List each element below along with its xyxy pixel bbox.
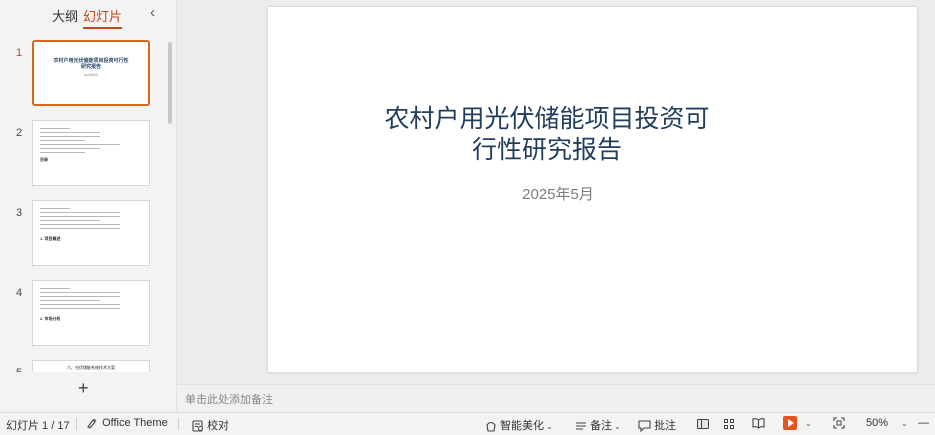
- tab-outline[interactable]: 大纲: [52, 6, 78, 25]
- chevron-down-icon: ⌄: [546, 422, 553, 431]
- slide-number: 5: [16, 367, 22, 372]
- slideshow-button[interactable]: [783, 416, 797, 430]
- slideshow-options[interactable]: ⌄: [803, 417, 812, 429]
- slide-title-line-1: 农村户用光伏储能项目投资可: [384, 104, 710, 133]
- slide-thumbnail-pane: 大纲 幻灯片 ‹ 1 农村户用光伏储能项目投资可行性研究报告 2025年5月 2…: [0, 0, 177, 412]
- smart-beautify-icon: [486, 422, 496, 432]
- slide-editor: 农村户用光伏储能项目投资可 行性研究报告 2025年5月: [177, 0, 935, 384]
- thumbnail-row: 3 1. 项目概述: [0, 200, 166, 270]
- slide-thumbnail-2[interactable]: 目录: [32, 120, 150, 186]
- normal-view-icon: [697, 419, 709, 430]
- divider: [178, 418, 179, 430]
- chevron-down-icon: ⌄: [805, 419, 812, 428]
- slide-position: 幻灯片 1 / 17: [6, 420, 70, 432]
- slide-thumbnail-4[interactable]: 2. 市场分析: [32, 280, 150, 346]
- thumbnail-heading: 2. 市场分析: [40, 316, 61, 321]
- zoom-menu[interactable]: ⌄: [899, 417, 908, 429]
- theme-button[interactable]: Office Theme: [86, 417, 168, 429]
- zoom-out-button[interactable]: —: [918, 417, 929, 429]
- comments-button[interactable]: 批注: [638, 417, 676, 433]
- slide-sorter-button[interactable]: [724, 418, 735, 430]
- proofread-icon: [192, 420, 203, 432]
- thumbnail-row: 4 2. 市场分析: [0, 280, 166, 350]
- chevron-down-icon: ⌄: [901, 419, 908, 428]
- thumbnail-heading: 1. 项目概述: [40, 236, 61, 241]
- thumbnail-text-lines: [40, 128, 140, 156]
- proofread-label: 校对: [207, 420, 230, 432]
- slide-number: 3: [16, 207, 23, 219]
- slide-thumbnail-3[interactable]: 1. 项目概述: [32, 200, 150, 266]
- thumbnail-title: 农村户用光伏储能项目投资可行性研究报告: [53, 58, 129, 70]
- comment-icon: [638, 420, 651, 433]
- tab-slides[interactable]: 幻灯片: [83, 6, 123, 29]
- thumbnail-row: 5 六、光伏储能系统技术方案: [0, 360, 166, 372]
- grid-view-icon: [724, 418, 735, 430]
- notes-icon: [576, 422, 586, 430]
- pane-tabs: 大纲 幻灯片 ‹: [0, 4, 176, 29]
- slide-number: 2: [16, 127, 23, 139]
- notes-toggle-label: 备注: [590, 420, 613, 432]
- thumbnail-scrollbar[interactable]: [168, 42, 172, 124]
- slide-thumbnail-5[interactable]: 六、光伏储能系统技术方案: [32, 360, 150, 372]
- slide-canvas[interactable]: 农村户用光伏储能项目投资可 行性研究报告 2025年5月: [268, 7, 917, 372]
- thumbnail-title: 六、光伏储能系统技术方案: [67, 365, 115, 370]
- thumbnail-text-lines: [40, 288, 140, 312]
- smart-beautify-label: 智能美化: [500, 420, 545, 432]
- slide-number: 4: [16, 287, 23, 299]
- slide-thumbnail-1[interactable]: 农村户用光伏储能项目投资可行性研究报告 2025年5月: [32, 40, 150, 106]
- fit-window-icon: [833, 417, 845, 429]
- notes-pane[interactable]: 单击此处添加备注: [177, 384, 935, 413]
- chevron-down-icon: ⌄: [614, 422, 621, 431]
- thumbnail-row: 1 农村户用光伏储能项目投资可行性研究报告 2025年5月: [0, 40, 166, 110]
- smart-beautify-button[interactable]: 智能美化 ⌄: [485, 417, 553, 433]
- notes-placeholder[interactable]: 单击此处添加备注: [185, 391, 273, 407]
- collapse-pane-icon[interactable]: ‹: [150, 4, 155, 21]
- notes-toggle-button[interactable]: 备注 ⌄: [575, 417, 621, 433]
- theme-label: Office Theme: [102, 417, 168, 429]
- slide-subtitle-date[interactable]: 2025年5月: [418, 183, 698, 204]
- slide-title-line-2: 行性研究报告: [471, 135, 622, 164]
- zoom-level[interactable]: 50%: [866, 417, 888, 429]
- reading-view-button[interactable]: [752, 417, 765, 429]
- thumbnail-heading: 目录: [40, 157, 48, 162]
- proofread-button[interactable]: 校对: [192, 417, 229, 433]
- status-bar: 幻灯片 1 / 17 Office Theme 校对 智能美化 ⌄ 备注 ⌄ 批注 …: [0, 412, 935, 435]
- thumbnail-text-lines: [40, 208, 140, 232]
- slide-number: 1: [16, 47, 23, 59]
- thumbnail-list: 1 农村户用光伏储能项目投资可行性研究报告 2025年5月 2 目录 3 1. …: [0, 38, 166, 372]
- thumbnail-date: 2025年5月: [83, 73, 99, 77]
- comments-label: 批注: [654, 420, 677, 432]
- book-icon: [752, 418, 765, 429]
- play-icon: [783, 416, 797, 430]
- divider: [76, 418, 77, 430]
- normal-view-button[interactable]: [697, 418, 709, 430]
- thumbnail-row: 2 目录: [0, 120, 166, 190]
- slide-title[interactable]: 农村户用光伏储能项目投资可 行性研究报告: [177, 103, 917, 165]
- fit-window-button[interactable]: [833, 417, 845, 429]
- add-slide-button[interactable]: +: [78, 378, 89, 399]
- theme-icon: [87, 418, 97, 429]
